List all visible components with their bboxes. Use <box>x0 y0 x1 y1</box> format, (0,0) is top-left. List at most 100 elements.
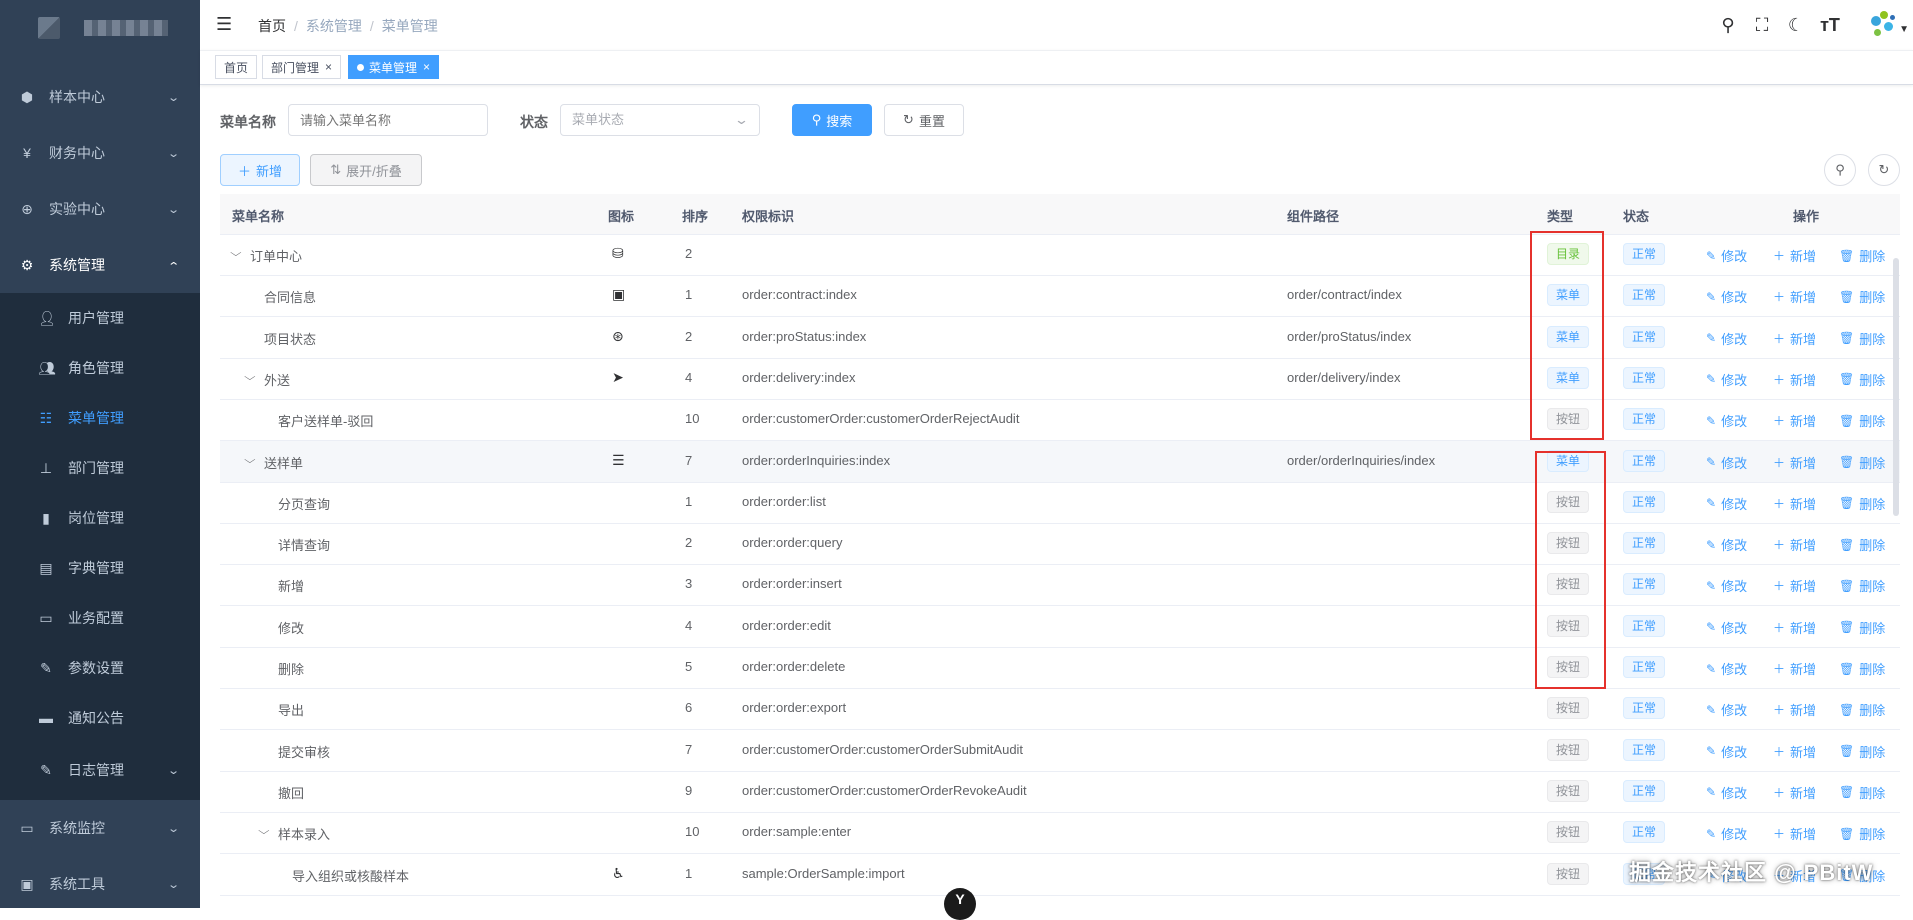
sidebar-menu-sample-center[interactable]: ⬢ 样本中心 ⌄ <box>0 69 200 125</box>
add-child-button[interactable]: ＋ 新增 <box>1773 287 1816 306</box>
delete-button[interactable]: 🗑︎ 删除 <box>1839 783 1885 802</box>
add-child-button[interactable]: ＋ 新增 <box>1773 329 1816 348</box>
tag-home[interactable]: 首页 <box>215 55 258 79</box>
edit-button[interactable]: ✎ 修改 <box>1706 494 1747 513</box>
sidebar-item-menus[interactable]: ☷ 菜单管理 <box>0 393 200 443</box>
edit-button[interactable]: ✎ 修改 <box>1706 287 1747 306</box>
delete-button[interactable]: 🗑︎ 删除 <box>1839 370 1885 389</box>
sidebar-item-roles[interactable]: 👥︎ 角色管理 <box>0 343 200 393</box>
search-icon[interactable]: ⚲ <box>1711 15 1745 36</box>
expand-caret-icon[interactable]: ⌵ <box>244 372 255 383</box>
sidebar-item-logs[interactable]: ✎ 日志管理 ⌄ <box>0 745 200 795</box>
delete-button[interactable]: 🗑︎ 删除 <box>1839 411 1885 430</box>
sidebar-item-dict[interactable]: ▤ 字典管理 <box>0 543 200 593</box>
add-button[interactable]: ＋ 新增 <box>220 154 300 186</box>
edit-button[interactable]: ✎ 修改 <box>1706 783 1747 802</box>
sidebar-menu-lab-center[interactable]: ⊕ 实验中心 ⌄ <box>0 181 200 237</box>
add-child-button[interactable]: ＋ 新增 <box>1773 742 1816 761</box>
delete-button[interactable]: 🗑︎ 删除 <box>1839 453 1885 472</box>
sidebar-item-notices[interactable]: ▬ 通知公告 <box>0 693 200 743</box>
add-child-button[interactable]: ＋ 新增 <box>1773 370 1816 389</box>
scrollbar[interactable] <box>1893 258 1899 516</box>
edit-button[interactable]: ✎ 修改 <box>1706 824 1747 843</box>
caret-down-icon[interactable]: ▼ <box>1899 24 1909 35</box>
delete-button[interactable]: 🗑︎ 删除 <box>1839 618 1885 637</box>
add-child-button[interactable]: ＋ 新增 <box>1773 824 1816 843</box>
add-child-button[interactable]: ＋ 新增 <box>1773 618 1816 637</box>
expand-collapse-button[interactable]: ⇅ 展开/折叠 <box>310 154 422 186</box>
edit-button[interactable]: ✎ 修改 <box>1706 742 1747 761</box>
add-child-button[interactable]: ＋ 新增 <box>1773 535 1816 554</box>
sidebar-item-users[interactable]: 👤︎ 用户管理 <box>0 293 200 343</box>
expand-caret-icon[interactable]: ⌵ <box>244 455 255 466</box>
add-child-button[interactable]: ＋ 新增 <box>1773 783 1816 802</box>
dark-mode-icon[interactable]: ☾ <box>1779 15 1813 36</box>
tag-department[interactable]: 部门管理 × <box>262 55 342 79</box>
sidebar-item-params[interactable]: ✎ 参数设置 <box>0 643 200 693</box>
delete-button[interactable]: 🗑︎ 删除 <box>1839 700 1885 719</box>
add-label: 新增 <box>1790 744 1817 760</box>
edit-button[interactable]: ✎ 修改 <box>1706 246 1747 265</box>
edit-icon: ✎ <box>1706 785 1717 800</box>
expand-caret-icon[interactable]: ⌵ <box>230 248 241 259</box>
delete-button[interactable]: 🗑︎ 删除 <box>1839 535 1885 554</box>
close-icon[interactable]: × <box>325 60 332 74</box>
edit-button[interactable]: ✎ 修改 <box>1706 329 1747 348</box>
cell-name: 客户送样单-驳回 <box>278 414 374 430</box>
delete-button[interactable]: 🗑︎ 删除 <box>1839 742 1885 761</box>
reset-button[interactable]: ↻ 重置 <box>884 104 964 136</box>
delete-label: 删除 <box>1859 785 1886 801</box>
sidebar-menu-label: 系统监控 <box>49 820 105 836</box>
menu-icon: ⊛ <box>612 327 624 344</box>
add-child-button[interactable]: ＋ 新增 <box>1773 453 1816 472</box>
search-button[interactable]: ⚲ 搜索 <box>792 104 872 136</box>
edit-button[interactable]: ✎ 修改 <box>1706 453 1747 472</box>
edit-button[interactable]: ✎ 修改 <box>1706 535 1747 554</box>
edit-button[interactable]: ✎ 修改 <box>1706 411 1747 430</box>
delete-button[interactable]: 🗑︎ 删除 <box>1839 824 1885 843</box>
tag-menu[interactable]: 菜单管理 × <box>348 55 440 79</box>
refresh-button[interactable]: ↻ <box>1868 154 1900 186</box>
add-child-button[interactable]: ＋ 新增 <box>1773 576 1816 595</box>
status-select[interactable]: 菜单状态 ⌄ <box>560 104 760 136</box>
edit-button[interactable]: ✎ 修改 <box>1706 576 1747 595</box>
add-child-button[interactable]: ＋ 新增 <box>1773 411 1816 430</box>
edit-button[interactable]: ✎ 修改 <box>1706 700 1747 719</box>
delete-button[interactable]: 🗑︎ 删除 <box>1839 246 1885 265</box>
fullscreen-icon[interactable]: ⛶ <box>1745 15 1779 36</box>
sidebar-menu-monitor[interactable]: ▭ 系统监控 ⌄ <box>0 800 200 856</box>
avatar[interactable] <box>1865 8 1899 42</box>
font-size-icon[interactable]: тT <box>1813 15 1847 36</box>
sidebar-menu-tools[interactable]: ▣ 系统工具 ⌄ <box>0 856 200 908</box>
floating-badge[interactable]: Y <box>944 888 976 920</box>
hamburger-icon[interactable]: ☰ <box>216 14 232 35</box>
expand-caret-icon[interactable]: ⌵ <box>258 826 269 837</box>
logo[interactable] <box>0 0 200 56</box>
add-child-button[interactable]: ＋ 新增 <box>1773 494 1816 513</box>
edit-button[interactable]: ✎ 修改 <box>1706 370 1747 389</box>
delete-button[interactable]: 🗑︎ 删除 <box>1839 576 1885 595</box>
add-child-button[interactable]: ＋ 新增 <box>1773 246 1816 265</box>
edit-button[interactable]: ✎ 修改 <box>1706 659 1747 678</box>
menu-name-input[interactable] <box>288 104 488 136</box>
breadcrumb-home[interactable]: 首页 <box>258 18 286 34</box>
sidebar-menu-finance-center[interactable]: ¥ 财务中心 ⌄ <box>0 125 200 181</box>
edit-icon: ✎ <box>1706 496 1717 511</box>
cell-name: 导出 <box>278 703 305 719</box>
add-child-button[interactable]: ＋ 新增 <box>1773 659 1816 678</box>
delete-button[interactable]: 🗑︎ 删除 <box>1839 329 1885 348</box>
delete-button[interactable]: 🗑︎ 删除 <box>1839 287 1885 306</box>
delete-button[interactable]: 🗑︎ 删除 <box>1839 659 1885 678</box>
chevron-down-icon: ⌄ <box>166 764 180 777</box>
sidebar-item-business-config[interactable]: ▭ 业务配置 <box>0 593 200 643</box>
sidebar-menu-system[interactable]: ⚙ 系统管理 ⌄ <box>0 237 200 293</box>
cell-order: 7 <box>685 741 693 757</box>
sidebar-item-posts[interactable]: ▮ 岗位管理 <box>0 493 200 543</box>
delete-button[interactable]: 🗑︎ 删除 <box>1839 494 1885 513</box>
close-icon[interactable]: × <box>423 60 430 74</box>
add-child-button[interactable]: ＋ 新增 <box>1773 700 1816 719</box>
sidebar-item-departments[interactable]: ⊥ 部门管理 <box>0 443 200 493</box>
toggle-search-button[interactable]: ⚲ <box>1824 154 1856 186</box>
message-icon: ▬ <box>39 710 53 726</box>
edit-button[interactable]: ✎ 修改 <box>1706 618 1747 637</box>
